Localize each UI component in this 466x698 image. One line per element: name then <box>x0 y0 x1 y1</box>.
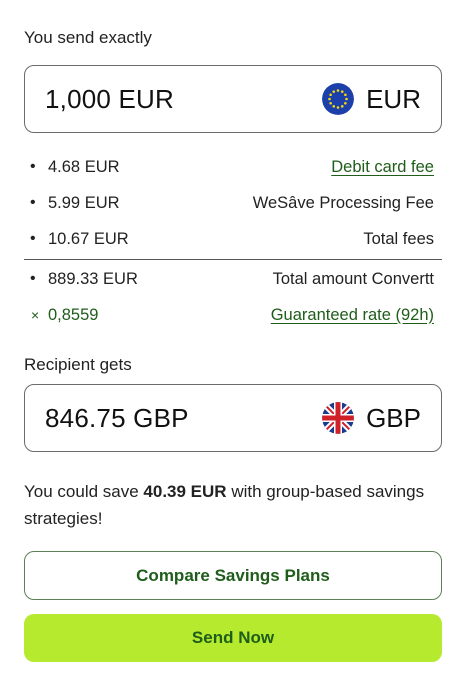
send-amount-field[interactable]: 1,000 EUR EUR <box>24 65 442 133</box>
bullet: • <box>30 194 36 211</box>
fee-row-total-fees: • 10.67 EUR Total fees <box>24 227 442 251</box>
multiply-icon: × <box>31 307 40 323</box>
receive-amount-value[interactable]: 846.75 GBP <box>45 403 189 434</box>
send-currency-selector[interactable]: EUR <box>322 83 421 115</box>
processing-fee-label: WeSâve Processing Fee <box>252 193 434 212</box>
savings-prefix: You could save <box>24 482 144 501</box>
exchange-rate-value: 0,8559 <box>48 305 99 324</box>
fee-row-converted-amount: • 889.33 EUR Total amount Convertt <box>24 267 442 291</box>
savings-amount: 40.39 EUR <box>143 482 227 501</box>
recipient-label: Recipient gets <box>24 355 132 374</box>
fee-amount: 4.68 EUR <box>48 157 120 176</box>
guaranteed-rate-link[interactable]: Guaranteed rate (92h) <box>271 306 442 325</box>
send-amount-value[interactable]: 1,000 EUR <box>45 84 174 115</box>
debit-card-fee-link[interactable]: Debit card fee <box>331 158 442 177</box>
savings-message: You could save 40.39 EUR with group-base… <box>24 478 434 532</box>
bullet: • <box>30 230 36 247</box>
divider <box>24 259 442 260</box>
total-fees-label: Total fees <box>363 229 434 248</box>
fee-amount: 5.99 EUR <box>48 193 120 212</box>
send-now-button[interactable]: Send Now <box>24 614 442 662</box>
receive-currency-code: GBP <box>366 402 421 433</box>
receive-amount-field[interactable]: 846.75 GBP GBP <box>24 384 442 452</box>
transfer-screen: You send exactly 1,000 EUR EUR • 4.68 EU… <box>0 0 466 698</box>
uk-flag-icon <box>322 402 355 434</box>
fee-amount: 10.67 EUR <box>48 229 129 248</box>
fee-row-processing: • 5.99 EUR WeSâve Processing Fee <box>24 191 442 215</box>
send-label: You send exactly <box>24 28 152 47</box>
receive-currency-selector[interactable]: GBP <box>322 402 421 434</box>
bullet: • <box>30 270 36 287</box>
total-converted-label: Total amount Convertt <box>272 269 434 288</box>
fee-row-debit-card: • 4.68 EUR Debit card fee <box>24 155 442 179</box>
eu-flag-icon <box>322 83 355 115</box>
bullet: • <box>30 158 36 175</box>
fee-row-rate: × 0,8559 Guaranteed rate (92h) <box>24 303 442 327</box>
send-currency-code: EUR <box>366 83 421 114</box>
fee-amount: 889.33 EUR <box>48 269 138 288</box>
compare-savings-plans-button[interactable]: Compare Savings Plans <box>24 551 442 600</box>
